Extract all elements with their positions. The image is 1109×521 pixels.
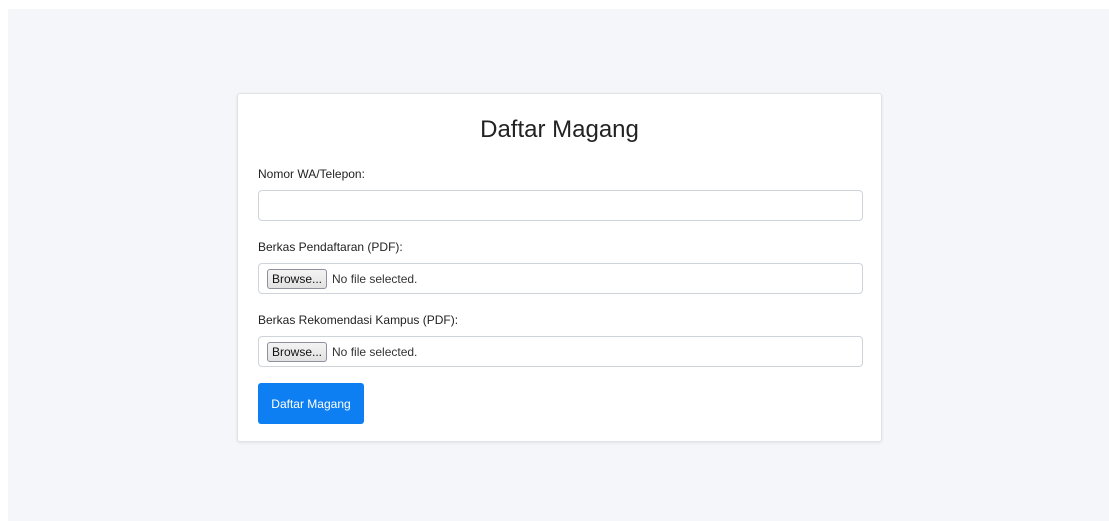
phone-label: Nomor WA/Telepon: — [258, 167, 365, 181]
recommendation-file-label: Berkas Rekomendasi Kampus (PDF): — [258, 313, 459, 327]
recommendation-file-input[interactable]: Browse... No file selected. — [258, 336, 863, 367]
form-title: Daftar Magang — [480, 116, 639, 143]
registration-file-status: No file selected. — [332, 271, 418, 286]
recommendation-file-status: No file selected. — [332, 344, 418, 359]
registration-file-input[interactable]: Browse... No file selected. — [258, 263, 863, 294]
recommendation-browse-button[interactable]: Browse... — [267, 341, 328, 362]
submit-button[interactable]: Daftar Magang — [258, 383, 364, 424]
registration-form-card: Daftar Magang Nomor WA/Telepon: Berkas P… — [237, 93, 882, 442]
registration-browse-button[interactable]: Browse... — [267, 268, 328, 289]
phone-input[interactable] — [258, 190, 863, 221]
registration-file-label: Berkas Pendaftaran (PDF): — [258, 240, 403, 254]
